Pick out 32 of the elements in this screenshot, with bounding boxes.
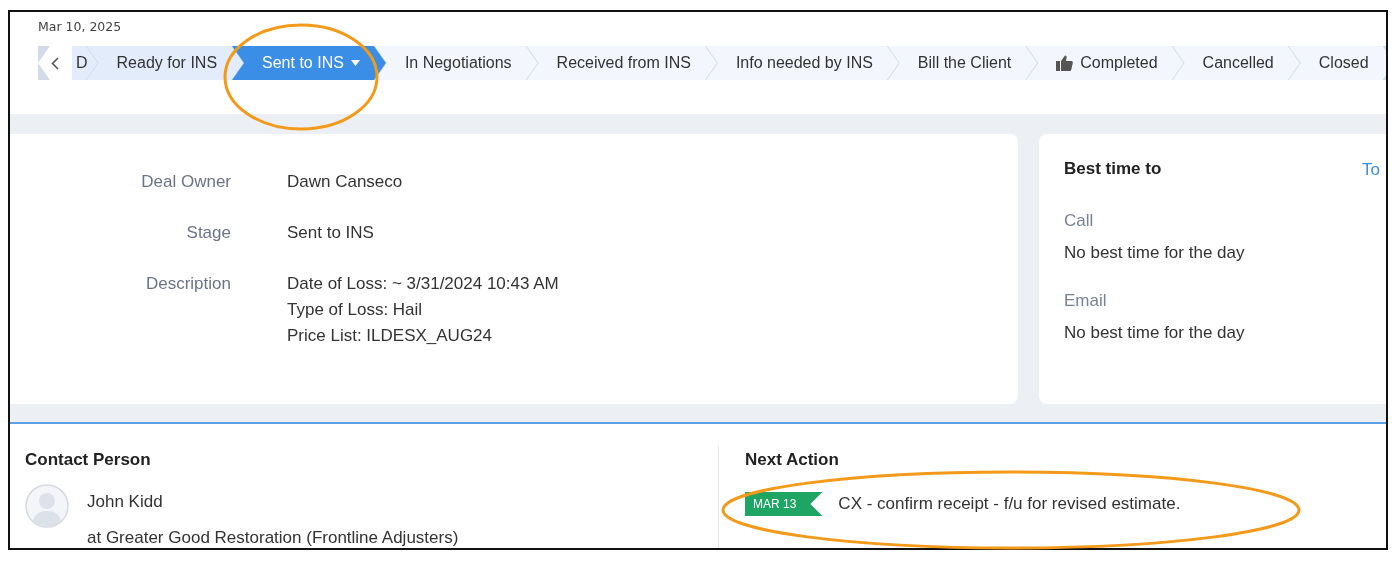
stage-tab[interactable]: Info needed by INS xyxy=(705,46,899,80)
field-label: Description xyxy=(144,273,231,295)
stage-tab[interactable]: Received from INS xyxy=(526,46,717,80)
field-value: Date of Loss: ~ 3/31/2024 10:43 AM xyxy=(287,273,560,294)
stage-tab[interactable]: Bill the Client xyxy=(887,46,1038,80)
field-value: Price List: ILDESX_AUG24 xyxy=(287,325,494,346)
stage-tab[interactable]: In Negotiations xyxy=(374,46,538,80)
action-text: CX - confirm receipt - f/u for revised estimate. xyxy=(838,494,1181,514)
chevron-left-icon xyxy=(51,56,59,70)
start-date: Mar 10, 2025 xyxy=(38,19,123,34)
section-title: Contact Person xyxy=(25,450,152,470)
stage-tab[interactable]: Ready for INS xyxy=(86,46,244,80)
thumbs-up-icon xyxy=(1056,55,1074,71)
field-value: Dawn Canseco xyxy=(287,171,404,192)
field-value: Type of Loss: Hail xyxy=(287,299,424,320)
dropdown-caret-icon xyxy=(350,60,360,66)
card-title: Best time to xyxy=(1064,158,1162,179)
field-label: Deal Owner xyxy=(140,171,231,192)
field-value: No best time for the day xyxy=(1064,242,1246,263)
field-label: Call xyxy=(1064,210,1095,231)
stage-tab[interactable]: Closed xyxy=(1288,46,1386,80)
date-flag: MAR 13 xyxy=(745,492,823,516)
stage-tab[interactable]: Cancelled xyxy=(1172,46,1300,80)
field-value: No best time for the day xyxy=(1064,322,1246,343)
field-label: Stage xyxy=(185,222,231,243)
contact-company: at Greater Good Restoration (Frontline Adjusters) xyxy=(87,528,459,548)
section-title: Next Action xyxy=(745,450,840,470)
avatar-icon xyxy=(25,484,69,528)
field-label: Email xyxy=(1064,290,1108,311)
field-value: Sent to INS xyxy=(287,222,375,243)
contact-name[interactable]: John Kidd xyxy=(87,492,459,512)
stage-tab[interactable]: Completed xyxy=(1026,46,1184,80)
